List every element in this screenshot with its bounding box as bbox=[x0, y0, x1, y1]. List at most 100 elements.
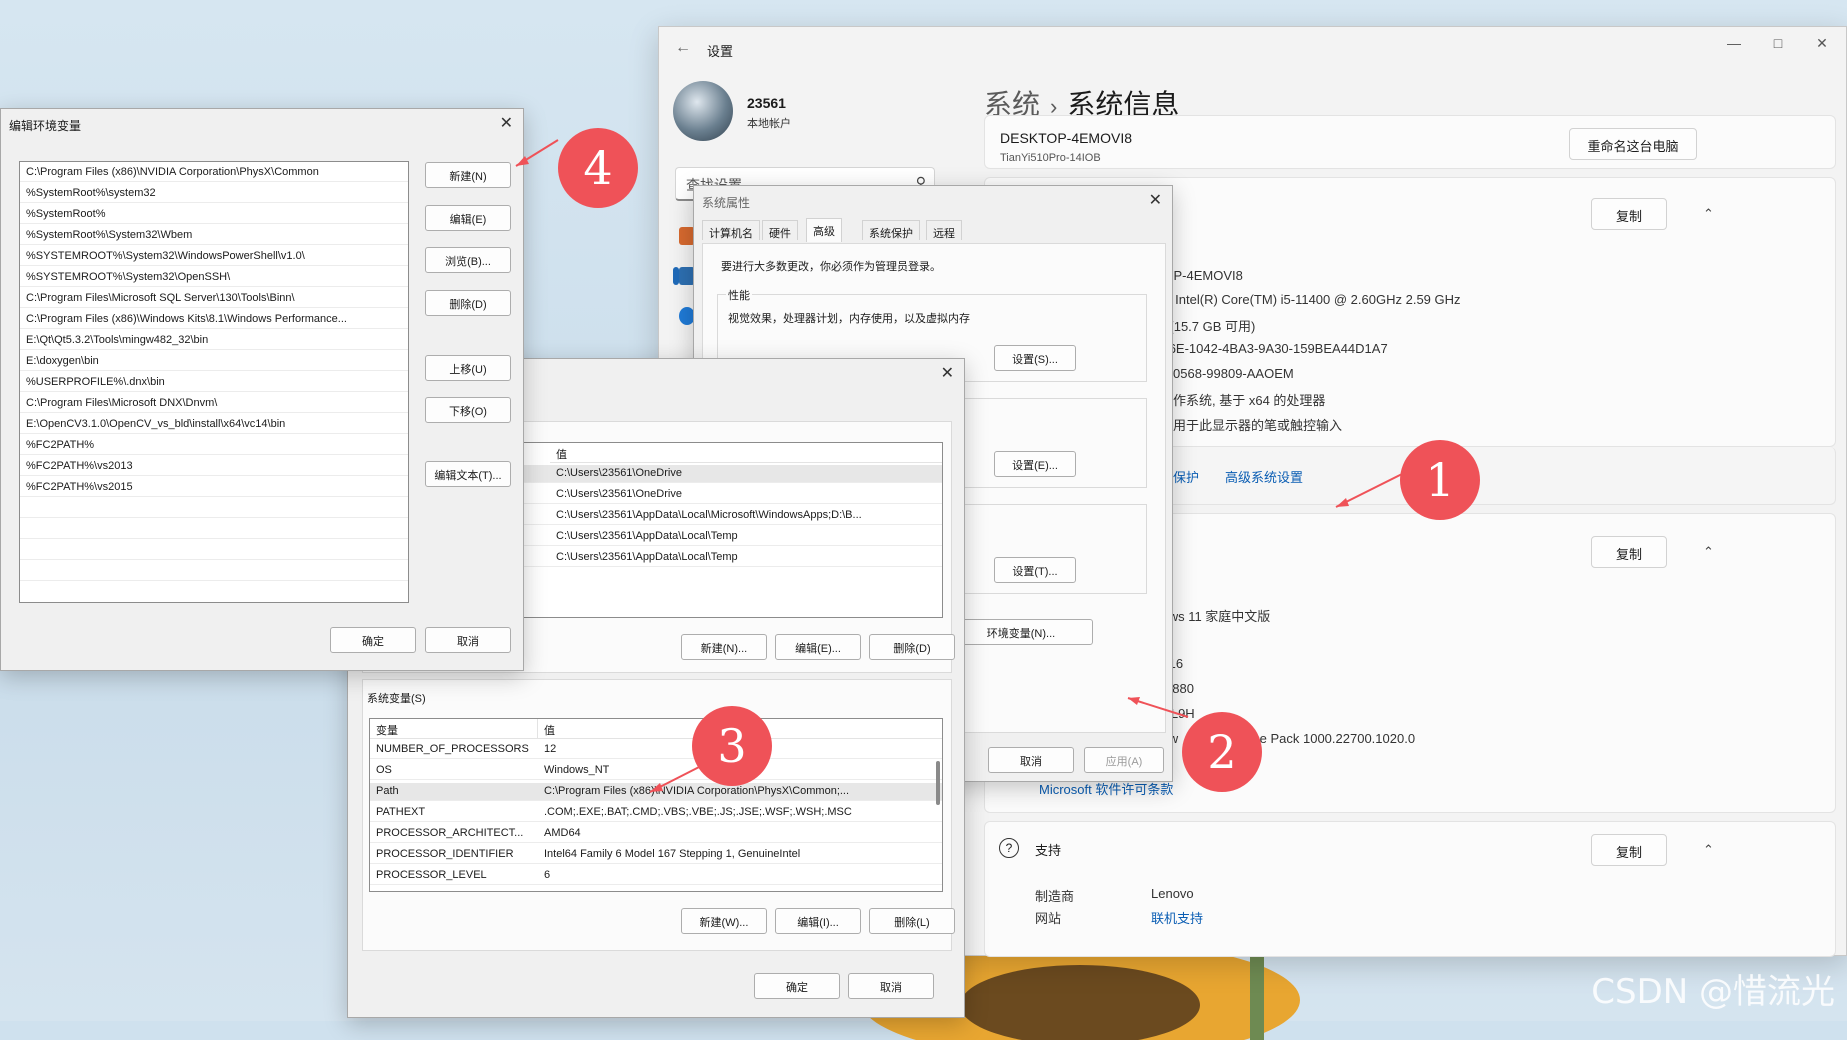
rename-pc-button[interactable]: 重命名这台电脑 bbox=[1569, 128, 1697, 160]
delete-path-button[interactable]: 删除(D) bbox=[425, 290, 511, 316]
list-item[interactable]: %FC2PATH%\vs2013 bbox=[20, 458, 408, 476]
help-icon: ? bbox=[999, 838, 1019, 858]
spec-system-type: 立操作系统, 基于 x64 的处理器 bbox=[1147, 393, 1326, 408]
list-item[interactable]: C:\Program Files (x86)\NVIDIA Corporatio… bbox=[20, 164, 408, 182]
edit-env-ok-button[interactable]: 确定 bbox=[330, 627, 416, 653]
chevron-up-icon[interactable]: ⌃ bbox=[1703, 842, 1714, 858]
new-path-button[interactable]: 新建(N) bbox=[425, 162, 511, 188]
envvars-ok-button[interactable]: 确定 bbox=[754, 973, 840, 999]
maximize-icon[interactable]: □ bbox=[1758, 35, 1798, 51]
environment-variables-button[interactable]: 环境变量(N)... bbox=[949, 619, 1093, 645]
annotation-badge-4: 4 bbox=[558, 128, 638, 208]
table-row[interactable]: NUMBER_OF_PROCESSORS 12 bbox=[370, 741, 942, 759]
list-item[interactable]: %FC2PATH% bbox=[20, 437, 408, 455]
move-up-button[interactable]: 上移(U) bbox=[425, 355, 511, 381]
list-item-empty[interactable] bbox=[20, 542, 408, 560]
list-item[interactable]: %SystemRoot% bbox=[20, 206, 408, 224]
browse-path-button[interactable]: 浏览(B)... bbox=[425, 247, 511, 273]
support-card: ? 支持 复制 ⌃ 制造商 Lenovo 网站 联机支持 bbox=[984, 821, 1836, 957]
sysprops-cancel-button[interactable]: 取消 bbox=[988, 747, 1074, 773]
close-icon[interactable]: ✕ bbox=[941, 363, 954, 383]
move-down-button[interactable]: 下移(O) bbox=[425, 397, 511, 423]
annotation-badge-1: 1 bbox=[1400, 440, 1480, 520]
scrollbar[interactable] bbox=[936, 761, 940, 805]
list-item-empty[interactable] bbox=[20, 563, 408, 581]
user-delete-button[interactable]: 删除(D) bbox=[869, 634, 955, 660]
envvars-cancel-button[interactable]: 取消 bbox=[848, 973, 934, 999]
system-var-name: PROCESSOR_IDENTIFIER bbox=[376, 848, 514, 860]
table-row[interactable]: PATHEXT .COM;.EXE;.BAT;.CMD;.VBS;.VBE;.JS… bbox=[370, 804, 942, 822]
csdn-watermark: CSDN @惜流光 bbox=[1591, 972, 1835, 1012]
tab-advanced[interactable]: 高级 bbox=[806, 218, 842, 242]
list-item[interactable]: E:\OpenCV3.1.0\OpenCV_vs_bld\install\x64… bbox=[20, 416, 408, 434]
chevron-up-icon[interactable]: ⌃ bbox=[1703, 206, 1714, 222]
avatar[interactable] bbox=[673, 81, 733, 141]
spec-device-id: 2756E-1042-4BA3-9A30-159BEA44D1A7 bbox=[1147, 341, 1388, 356]
list-item[interactable]: C:\Program Files (x86)\Windows Kits\8.1\… bbox=[20, 311, 408, 329]
table-row[interactable]: PROCESSOR_LEVEL 6 bbox=[370, 867, 942, 885]
list-item[interactable]: %SYSTEMROOT%\System32\OpenSSH\ bbox=[20, 269, 408, 287]
variable-column-header[interactable]: 变量 bbox=[370, 719, 538, 739]
copy-windows-specs-button[interactable]: 复制 bbox=[1591, 536, 1667, 568]
list-item-empty[interactable] bbox=[20, 521, 408, 539]
copy-support-button[interactable]: 复制 bbox=[1591, 834, 1667, 866]
edit-env-cancel-button[interactable]: 取消 bbox=[425, 627, 511, 653]
user-value-column-header[interactable]: 值 bbox=[550, 443, 942, 463]
system-new-button[interactable]: 新建(W)... bbox=[681, 908, 767, 934]
system-variables-label: 系统变量(S) bbox=[367, 693, 426, 705]
tab-computer-name[interactable]: 计算机名 bbox=[702, 220, 760, 240]
manufacturer-label: 制造商 bbox=[1035, 889, 1075, 904]
system-variables-list[interactable]: 变量 值 NUMBER_OF_PROCESSORS 12 OS Windows_NT… bbox=[369, 718, 943, 892]
list-item[interactable]: %SystemRoot%\system32 bbox=[20, 185, 408, 203]
list-item-empty[interactable] bbox=[20, 500, 408, 518]
system-var-name: PROCESSOR_LEVEL bbox=[376, 869, 487, 881]
user-var-value: C:\Users\23561\AppData\Local\Temp bbox=[556, 551, 738, 563]
system-delete-button[interactable]: 删除(L) bbox=[869, 908, 955, 934]
user-name: 23561 bbox=[747, 95, 786, 111]
tab-system-protection[interactable]: 系统保护 bbox=[862, 220, 920, 240]
spec-processor: Gen Intel(R) Core(TM) i5-11400 @ 2.60GHz… bbox=[1147, 292, 1461, 307]
tab-hardware[interactable]: 硬件 bbox=[762, 220, 798, 240]
system-var-name: PATHEXT bbox=[376, 806, 426, 818]
advanced-system-settings-link[interactable]: 高级系统设置 bbox=[1225, 467, 1303, 486]
list-item[interactable]: %SYSTEMROOT%\System32\WindowsPowerShell\… bbox=[20, 248, 408, 266]
website-link[interactable]: 联机支持 bbox=[1151, 908, 1203, 927]
settings-app-title: 设置 bbox=[707, 44, 734, 59]
back-arrow-icon[interactable]: ← bbox=[675, 39, 691, 57]
user-new-button[interactable]: 新建(N)... bbox=[681, 634, 767, 660]
chevron-up-icon[interactable]: ⌃ bbox=[1703, 544, 1714, 560]
system-var-value: 12 bbox=[544, 743, 557, 755]
performance-label: 性能 bbox=[726, 287, 752, 303]
list-item[interactable]: %FC2PATH%\vs2015 bbox=[20, 479, 408, 497]
path-entries-list[interactable]: C:\Program Files (x86)\NVIDIA Corporatio… bbox=[19, 161, 409, 603]
close-icon[interactable]: ✕ bbox=[1149, 190, 1162, 210]
copy-device-specs-button[interactable]: 复制 bbox=[1591, 198, 1667, 230]
minimize-icon[interactable]: — bbox=[1714, 35, 1754, 51]
table-row[interactable]: OS Windows_NT bbox=[370, 762, 942, 780]
list-item[interactable]: E:\doxygen\bin bbox=[20, 353, 408, 371]
performance-description: 视觉效果，处理器计划，内存使用，以及虚拟内存 bbox=[728, 313, 970, 325]
edit-path-button[interactable]: 编辑(E) bbox=[425, 205, 511, 231]
table-row[interactable]: PROCESSOR_ARCHITECT... AMD64 bbox=[370, 825, 942, 843]
edit-text-button[interactable]: 编辑文本(T)... bbox=[425, 461, 511, 487]
close-icon[interactable]: ✕ bbox=[500, 113, 513, 133]
table-row-path[interactable]: Path C:\Program Files (x86)\NVIDIA Corpor… bbox=[370, 783, 942, 801]
profiles-settings-button[interactable]: 设置(E)... bbox=[994, 451, 1076, 477]
tab-remote[interactable]: 远程 bbox=[926, 220, 962, 240]
close-icon[interactable]: ✕ bbox=[1802, 35, 1842, 52]
user-edit-button[interactable]: 编辑(E)... bbox=[775, 634, 861, 660]
system-var-name: OS bbox=[376, 764, 392, 776]
admin-note: 要进行大多数更改，你必须作为管理员登录。 bbox=[721, 261, 941, 273]
startup-settings-button[interactable]: 设置(T)... bbox=[994, 557, 1076, 583]
table-row[interactable]: PROCESSOR_IDENTIFIER Intel64 Family 6 Mod… bbox=[370, 846, 942, 864]
list-item[interactable]: %SystemRoot%\System32\Wbem bbox=[20, 227, 408, 245]
list-item[interactable]: E:\Qt\Qt5.3.2\Tools\mingw482_32\bin bbox=[20, 332, 408, 350]
performance-settings-button[interactable]: 设置(S)... bbox=[994, 345, 1076, 371]
system-variables-group: 系统变量(S) 变量 值 NUMBER_OF_PROCESSORS 12 OS Wi… bbox=[362, 679, 955, 951]
list-item[interactable]: C:\Program Files\Microsoft DNX\Dnvm\ bbox=[20, 395, 408, 413]
spec-pen-touch: 有可用于此显示器的笔或触控输入 bbox=[1147, 418, 1343, 433]
list-item[interactable]: %USERPROFILE%\.dnx\bin bbox=[20, 374, 408, 392]
system-edit-button[interactable]: 编辑(I)... bbox=[775, 908, 861, 934]
list-item[interactable]: C:\Program Files\Microsoft SQL Server\13… bbox=[20, 290, 408, 308]
sysprops-apply-button[interactable]: 应用(A) bbox=[1084, 747, 1164, 773]
